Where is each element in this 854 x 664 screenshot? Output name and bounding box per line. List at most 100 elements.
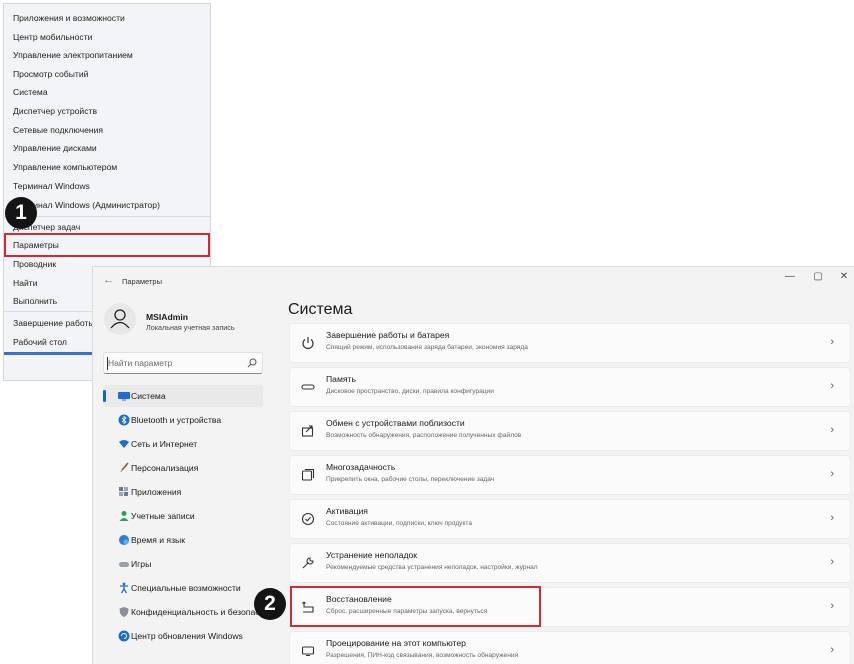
menu-item-mobility-center[interactable]: Центр мобильности: [4, 28, 210, 46]
back-arrow-icon[interactable]: ←: [103, 274, 114, 286]
title-bar: ← Параметры — ▢ ✕: [93, 267, 854, 297]
card-subtitle: Разрешения, ПИН-код связывания, возможно…: [326, 652, 519, 659]
avatar[interactable]: [104, 303, 136, 335]
card-title: Память: [326, 374, 356, 384]
nav-item-bluetooth[interactable]: Bluetooth и устройства: [103, 409, 263, 431]
menu-item-computer-management[interactable]: Управление компьютером: [4, 158, 210, 176]
screenshot-stage: Приложения и возможности Центр мобильнос…: [0, 0, 854, 664]
chevron-right-icon: ›: [830, 600, 834, 612]
callout-badge-1: 1: [5, 197, 37, 229]
menu-item-power-options[interactable]: Управление электропитанием: [4, 46, 210, 64]
menu-item-system[interactable]: Система: [4, 83, 210, 101]
nav-label: Сеть и Интернет: [131, 439, 198, 449]
person-avatar-icon: [110, 309, 130, 329]
card-activation[interactable]: Активация Состояние активации, подписки,…: [289, 499, 851, 539]
minimize-button[interactable]: —: [779, 271, 801, 282]
accessibility-icon: [120, 582, 128, 594]
card-title: Восстановление: [326, 594, 392, 604]
nav-item-system[interactable]: Система: [103, 385, 263, 407]
nav-item-accessibility[interactable]: Специальные возможности: [103, 577, 263, 599]
card-recovery[interactable]: Восстановление Сброс, расширенные параме…: [289, 587, 851, 627]
profile-account-type: Локальная учетная запись: [146, 323, 235, 332]
menu-item-terminal[interactable]: Терминал Windows: [4, 177, 210, 195]
chevron-right-icon: ›: [830, 336, 834, 348]
profile-name: MSIAdmin: [146, 312, 189, 322]
globe-clock-icon: [119, 535, 129, 545]
card-subtitle: Дисковое пространство, диски, правила ко…: [326, 388, 494, 395]
menu-item-network-connections[interactable]: Сетевые подключения: [4, 121, 210, 139]
shield-icon: [119, 607, 129, 617]
monitor-icon: [118, 392, 130, 401]
search-box[interactable]: [103, 352, 263, 374]
recovery-icon: [302, 601, 314, 613]
card-title: Многозадачность: [326, 462, 396, 472]
menu-item-event-viewer[interactable]: Просмотр событий: [4, 65, 210, 83]
chevron-right-icon: ›: [830, 512, 834, 524]
callout-badge-2: 2: [254, 588, 286, 620]
nav-label: Центр обновления Windows: [131, 631, 243, 641]
brush-icon: [120, 462, 129, 473]
nav-item-network[interactable]: Сеть и Интернет: [103, 433, 263, 455]
apps-icon: [119, 487, 128, 496]
check-circle-icon: [301, 512, 315, 526]
update-icon: [118, 630, 130, 642]
menu-item-settings[interactable]: Параметры: [4, 236, 210, 254]
close-button[interactable]: ✕: [833, 271, 854, 282]
project-icon: [301, 646, 315, 656]
maximize-button[interactable]: ▢: [807, 271, 829, 282]
storage-icon: [301, 384, 315, 390]
card-title: Завершение работы и батарея: [326, 330, 450, 340]
nav-item-gaming[interactable]: Игры: [103, 553, 263, 575]
nav-item-accounts[interactable]: Учетные записи: [103, 505, 263, 527]
chevron-right-icon: ›: [830, 424, 834, 436]
card-subtitle: Рекомендуемые средства устранения непола…: [326, 564, 538, 571]
card-subtitle: Спящий режим, использование заряда батар…: [326, 344, 528, 351]
chevron-right-icon: ›: [830, 468, 834, 480]
nav-item-windows-update[interactable]: Центр обновления Windows: [103, 625, 263, 647]
chevron-right-icon: ›: [830, 556, 834, 568]
person-icon: [119, 511, 129, 521]
multitask-icon: [301, 468, 315, 481]
nav-label: Система: [131, 391, 166, 401]
nav-label: Специальные возможности: [131, 583, 241, 593]
menu-item-apps-features[interactable]: Приложения и возможности: [4, 9, 210, 27]
nav-label: Время и язык: [131, 535, 185, 545]
wrench-icon: [302, 557, 314, 569]
power-icon: [302, 337, 314, 350]
card-multitasking[interactable]: Многозадачность Прикрепить окна, рабочие…: [289, 455, 851, 495]
card-subtitle: Прикрепить окна, рабочие столы, переключ…: [326, 476, 495, 483]
card-subtitle: Состояние активации, подписки, ключ прод…: [326, 520, 473, 527]
nav-item-personalization[interactable]: Персонализация: [103, 457, 263, 479]
wifi-icon: [119, 440, 129, 448]
card-title: Активация: [326, 506, 368, 516]
card-storage[interactable]: Память Дисковое пространство, диски, пра…: [289, 367, 851, 407]
card-nearby-sharing[interactable]: Обмен с устройствами поблизости Возможно…: [289, 411, 851, 451]
active-indicator: [103, 390, 106, 402]
card-subtitle: Сброс, расширенные параметры запуска, ве…: [326, 608, 488, 615]
menu-item-device-manager[interactable]: Диспетчер устройств: [4, 102, 210, 120]
chevron-right-icon: ›: [830, 380, 834, 392]
card-title: Устранение неполадок: [326, 550, 418, 560]
card-title: Обмен с устройствами поблизости: [326, 418, 465, 428]
card-projecting[interactable]: Проецирование на этот компьютер Разрешен…: [289, 631, 851, 664]
search-input[interactable]: [108, 355, 238, 371]
settings-window: ← Параметры — ▢ ✕ MSIAdmin Локальная уче…: [92, 266, 854, 664]
nav-label: Игры: [131, 559, 152, 569]
nav-label: Персонализация: [131, 463, 199, 473]
card-power-battery[interactable]: Завершение работы и батарея Спящий режим…: [289, 323, 851, 363]
nav-item-apps[interactable]: Приложения: [103, 481, 263, 503]
card-troubleshoot[interactable]: Устранение неполадок Рекомендуемые средс…: [289, 543, 851, 583]
nav-item-privacy[interactable]: Конфиденциальность и безопасность: [103, 601, 282, 623]
window-title: Параметры: [122, 277, 162, 286]
nav-label: Bluetooth и устройства: [131, 415, 222, 425]
page-title: Система: [288, 301, 353, 318]
card-title: Проецирование на этот компьютер: [326, 638, 466, 648]
card-subtitle: Возможность обнаружения, расположение по…: [326, 432, 522, 439]
nav-item-time-language[interactable]: Время и язык: [103, 529, 263, 551]
menu-item-disk-management[interactable]: Управление дисками: [4, 139, 210, 157]
bluetooth-icon: [118, 414, 130, 426]
menu-accent-bar: [4, 352, 94, 355]
gamepad-icon: [119, 562, 129, 567]
search-icon[interactable]: [247, 358, 257, 368]
chevron-right-icon: ›: [830, 644, 834, 656]
